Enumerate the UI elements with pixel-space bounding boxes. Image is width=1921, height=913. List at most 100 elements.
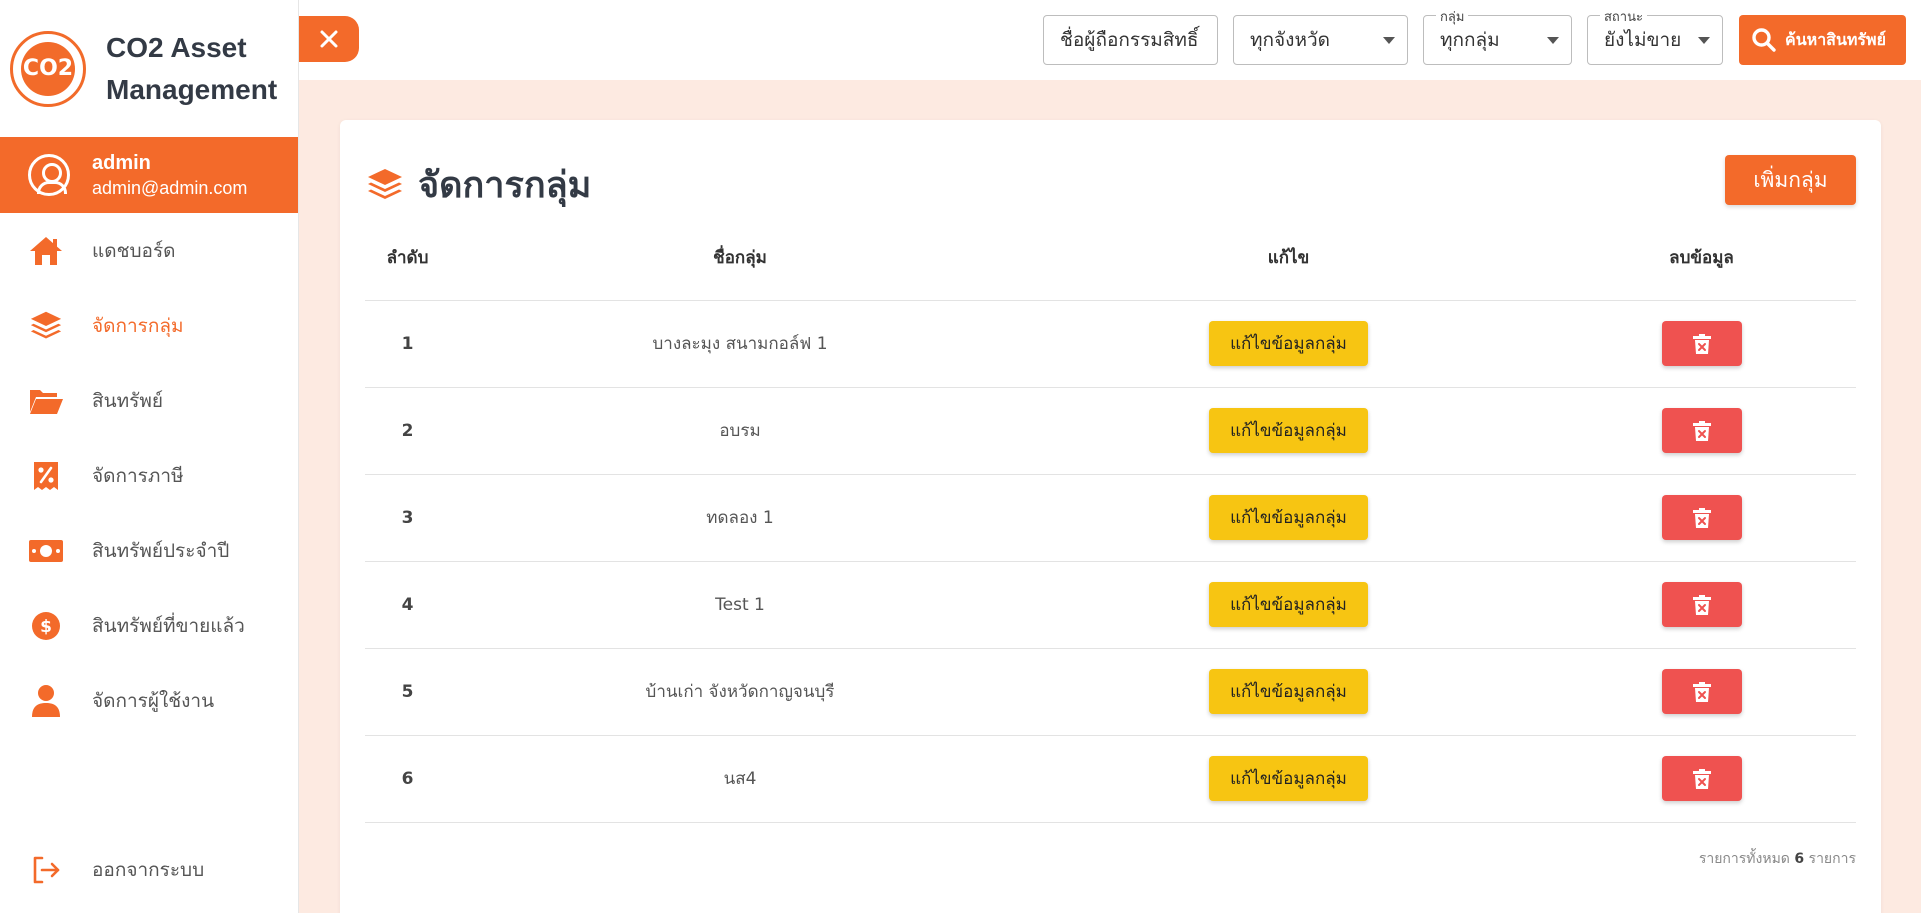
total-suffix: รายการ	[1808, 851, 1856, 867]
table-row: 3 ทดลอง 1 แก้ไขข้อมูลกลุ่ม	[365, 474, 1856, 562]
edit-group-button[interactable]: แก้ไขข้อมูลกลุ่ม	[1209, 756, 1368, 801]
total-count-value: 6	[1794, 851, 1805, 867]
total-count: รายการทั้งหมด 6 รายการ	[1699, 848, 1856, 870]
co2-logo: CO2	[10, 30, 86, 107]
edit-group-button[interactable]: แก้ไขข้อมูลกลุ่ม	[1209, 408, 1368, 453]
delete-group-button[interactable]	[1661, 669, 1742, 714]
table-row: 1 บางละมุง สนามกอล์ฟ 1 แก้ไขข้อมูลกลุ่ม	[365, 300, 1856, 388]
delete-group-button[interactable]	[1661, 582, 1742, 627]
sidebar-item-1[interactable]: แดชบอร์ด	[0, 213, 298, 288]
delete-cell	[1547, 474, 1856, 562]
status-value: ยังไม่ขาย	[1604, 29, 1682, 51]
app-title-line1: CO2 Asset	[106, 31, 247, 63]
page-title: จัดการกลุ่ม	[418, 165, 592, 206]
sidebar-menu: แดชบอร์ดจัดการกลุ่มสินทรัพย์จัดการภาษีสิ…	[0, 213, 298, 738]
province-select[interactable]: ทุกจังหวัด	[1233, 15, 1408, 65]
delete-group-button[interactable]	[1661, 495, 1742, 540]
sidebar: CO2 CO2 Asset Management admin admin@adm…	[0, 0, 299, 913]
table-header-row: ลำดับ ชื่อกลุ่ม แก้ไข ลบข้อมูล	[365, 215, 1856, 301]
layers-icon	[368, 168, 402, 199]
sidebar-item-label: จัดการภาษี	[92, 464, 184, 487]
search-button-label: ค้นหาสินทรัพย์	[1785, 29, 1886, 49]
user-icon	[28, 683, 64, 719]
group-management-card: จัดการกลุ่ม เพิ่มกลุ่ม ลำดับ ชื่อกลุ่ม แ…	[340, 120, 1881, 913]
delete-cell	[1547, 648, 1856, 736]
search-assets-button[interactable]: ค้นหาสินทรัพย์	[1739, 15, 1906, 65]
group-name: Test 1	[450, 561, 1030, 649]
status-select-label: สถานะ	[1600, 6, 1647, 27]
column-header-name: ชื่อกลุ่ม	[450, 215, 1030, 301]
logout-button[interactable]: ออกจากระบบ	[0, 832, 298, 907]
search-icon	[1752, 28, 1776, 52]
trash-icon	[1692, 681, 1711, 702]
province-value: ทุกจังหวัด	[1250, 29, 1330, 51]
delete-group-button[interactable]	[1661, 408, 1742, 453]
edit-group-button[interactable]: แก้ไขข้อมูลกลุ่ม	[1209, 495, 1368, 540]
edit-cell: แก้ไขข้อมูลกลุ่ม	[1030, 561, 1547, 649]
app-title: CO2 Asset Management	[106, 27, 277, 111]
user-card: admin admin@admin.com	[0, 137, 298, 213]
folder-open-icon	[28, 383, 64, 419]
edit-group-button[interactable]: แก้ไขข้อมูลกลุ่ม	[1209, 321, 1368, 366]
sidebar-item-label: สินทรัพย์	[92, 389, 163, 412]
trash-icon	[1692, 507, 1711, 528]
delete-group-button[interactable]	[1661, 321, 1742, 366]
user-name: admin	[92, 151, 151, 174]
total-prefix: รายการทั้งหมด	[1698, 851, 1790, 867]
logout-label: ออกจากระบบ	[92, 858, 205, 881]
sidebar-item-label: สินทรัพย์ที่ขายแล้ว	[92, 614, 245, 637]
svg-text:$: $	[40, 617, 52, 637]
owner-name-input[interactable]: ชื่อผู้ถือกรรมสิทธิ์	[1043, 15, 1218, 65]
trash-icon	[1692, 594, 1711, 615]
row-number: 2	[365, 387, 450, 475]
sidebar-item-3[interactable]: สินทรัพย์	[0, 363, 298, 438]
top-bar: ชื่อผู้ถือกรรมสิทธิ์ ทุกจังหวัด กลุ่ม ทุ…	[299, 0, 1921, 80]
group-name: ทดลอง 1	[450, 474, 1030, 562]
edit-group-button[interactable]: แก้ไขข้อมูลกลุ่ม	[1209, 669, 1368, 714]
delete-cell	[1547, 387, 1856, 475]
table-row: 6 นส4 แก้ไขข้อมูลกลุ่ม	[365, 735, 1856, 823]
status-select[interactable]: สถานะ ยังไม่ขาย	[1587, 6, 1723, 65]
sidebar-item-4[interactable]: จัดการภาษี	[0, 438, 298, 513]
trash-icon	[1692, 420, 1711, 441]
row-number: 1	[365, 300, 450, 388]
sidebar-item-6[interactable]: $ สินทรัพย์ที่ขายแล้ว	[0, 588, 298, 663]
table-row: 2 อบรม แก้ไขข้อมูลกลุ่ม	[365, 387, 1856, 475]
group-select[interactable]: กลุ่ม ทุกกลุ่ม	[1423, 6, 1572, 65]
sidebar-item-7[interactable]: จัดการผู้ใช้งาน	[0, 663, 298, 738]
trash-icon	[1692, 333, 1711, 354]
page-header: จัดการกลุ่ม	[366, 156, 591, 213]
table-row: 5 บ้านเก่า จังหวัดกาญจนบุรี แก้ไขข้อมูลกลุ…	[365, 648, 1856, 736]
sidebar-item-2[interactable]: จัดการกลุ่ม	[0, 288, 298, 363]
dollar-coin-icon: $	[28, 608, 64, 644]
user-circle-icon	[28, 154, 70, 196]
home-icon	[28, 233, 64, 269]
edit-cell: แก้ไขข้อมูลกลุ่ม	[1030, 300, 1547, 388]
close-sidebar-button[interactable]	[299, 16, 359, 62]
sidebar-item-5[interactable]: สินทรัพย์ประจำปี	[0, 513, 298, 588]
edit-group-button[interactable]: แก้ไขข้อมูลกลุ่ม	[1209, 582, 1368, 627]
sidebar-item-label: แดชบอร์ด	[92, 239, 176, 262]
add-group-button[interactable]: เพิ่มกลุ่ม	[1725, 155, 1856, 205]
chevron-down-icon	[1698, 37, 1710, 44]
delete-group-button[interactable]	[1661, 756, 1742, 801]
layers-icon	[28, 308, 64, 344]
group-value: ทุกกลุ่ม	[1440, 29, 1500, 51]
tax-receipt-icon	[28, 458, 64, 494]
row-number: 3	[365, 474, 450, 562]
column-header-order: ลำดับ	[365, 215, 450, 301]
row-number: 6	[365, 735, 450, 823]
chevron-down-icon	[1383, 37, 1395, 44]
edit-cell: แก้ไขข้อมูลกลุ่ม	[1030, 735, 1547, 823]
edit-cell: แก้ไขข้อมูลกลุ่ม	[1030, 474, 1547, 562]
sidebar-item-label: จัดการผู้ใช้งาน	[92, 689, 215, 712]
column-header-edit: แก้ไข	[1030, 215, 1547, 301]
sidebar-item-label: จัดการกลุ่ม	[92, 314, 184, 337]
row-number: 4	[365, 561, 450, 649]
column-header-delete: ลบข้อมูล	[1547, 215, 1856, 301]
group-name: บางละมุง สนามกอล์ฟ 1	[450, 300, 1030, 388]
sidebar-item-label: สินทรัพย์ประจำปี	[92, 539, 230, 562]
chevron-down-icon	[1547, 37, 1559, 44]
user-email: admin@admin.com	[92, 177, 248, 198]
sign-out-icon	[28, 852, 64, 888]
